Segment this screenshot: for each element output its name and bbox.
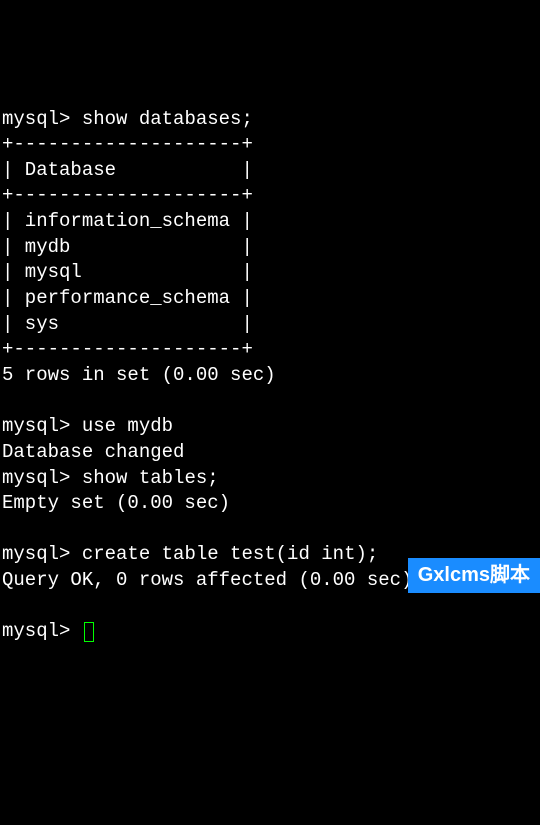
prompt: mysql> [2, 543, 70, 565]
command-create-table: create table test(id int); [82, 543, 378, 565]
command-use-db: use mydb [82, 415, 173, 437]
prompt: mysql> [2, 108, 70, 130]
command-show-databases: show databases; [82, 108, 253, 130]
result-text: Query OK, 0 rows affected (0.00 sec) [2, 569, 412, 591]
table-row: | mydb | [2, 236, 253, 258]
command-show-tables: show tables; [82, 467, 219, 489]
cursor-icon [84, 622, 94, 642]
result-text: Empty set (0.00 sec) [2, 492, 230, 514]
table-border: +--------------------+ [2, 133, 253, 155]
table-row: | sys | [2, 313, 253, 335]
prompt: mysql> [2, 620, 70, 642]
prompt: mysql> [2, 467, 70, 489]
table-row: | mysql | [2, 261, 253, 283]
result-text: Database changed [2, 441, 184, 463]
prompt: mysql> [2, 415, 70, 437]
table-border: +--------------------+ [2, 184, 253, 206]
result-text: 5 rows in set (0.00 sec) [2, 364, 276, 386]
table-row: | information_schema | [2, 210, 253, 232]
table-row: | performance_schema | [2, 287, 253, 309]
table-header: | Database | [2, 159, 253, 181]
watermark: Gxlcms脚本 [408, 558, 540, 593]
table-border: +--------------------+ [2, 338, 253, 360]
